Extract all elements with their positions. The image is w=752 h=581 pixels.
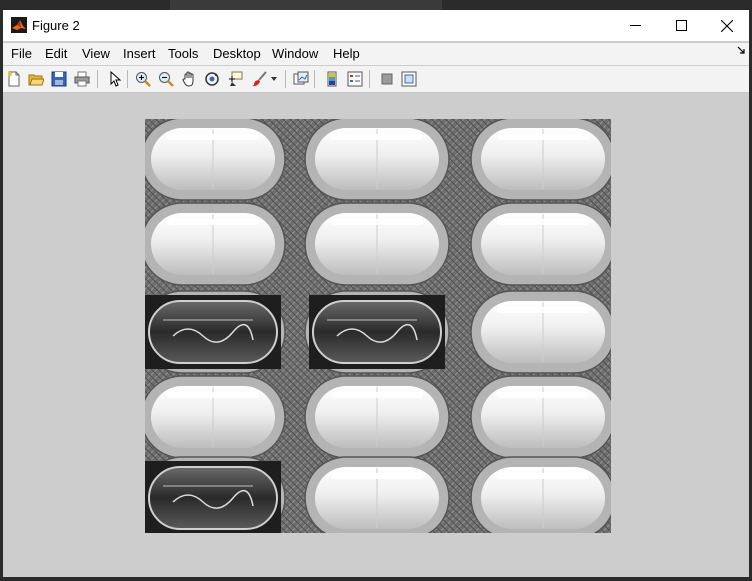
maximize-button[interactable] bbox=[658, 10, 704, 41]
link-plot-button[interactable] bbox=[292, 70, 310, 88]
menu-insert[interactable]: Insert bbox=[123, 46, 156, 61]
data-cursor-icon bbox=[229, 71, 243, 86]
pill-pocket bbox=[304, 375, 450, 459]
blister-pack-image bbox=[145, 119, 611, 533]
show-plot-tools-icon bbox=[401, 71, 417, 87]
minimize-icon bbox=[629, 25, 641, 26]
new-figure-icon bbox=[8, 71, 20, 87]
zoom-out-icon bbox=[159, 72, 174, 87]
menu-tools[interactable]: Tools bbox=[168, 46, 198, 61]
empty-pocket bbox=[304, 290, 450, 374]
brush-dropdown-button[interactable] bbox=[269, 70, 279, 88]
open-file-icon bbox=[28, 74, 44, 86]
legend-icon bbox=[347, 71, 363, 87]
pill-pocket bbox=[304, 456, 450, 533]
pill-pocket bbox=[145, 119, 286, 201]
brush-dropdown-icon bbox=[271, 77, 277, 81]
print-icon bbox=[74, 71, 90, 87]
menu-help[interactable]: Help bbox=[333, 46, 360, 61]
maximize-icon bbox=[675, 20, 687, 31]
pan-hand-icon bbox=[182, 71, 194, 87]
toolbar-separator bbox=[314, 70, 315, 88]
brush-icon bbox=[252, 71, 267, 87]
colorbar-button[interactable] bbox=[323, 70, 341, 88]
pill-pocket bbox=[470, 375, 611, 459]
minimize-button[interactable] bbox=[612, 10, 658, 41]
close-icon bbox=[721, 19, 733, 32]
menu-desktop[interactable]: Desktop bbox=[213, 46, 261, 61]
data-cursor-button[interactable] bbox=[226, 70, 244, 88]
menu-edit[interactable]: Edit bbox=[45, 46, 67, 61]
figure-window: Figure 2 File Edit View Insert Tools Des… bbox=[3, 10, 749, 577]
pill-pocket bbox=[145, 202, 286, 286]
zoom-in-icon bbox=[136, 72, 151, 87]
pill-pocket bbox=[470, 290, 611, 374]
pill-pocket bbox=[304, 119, 450, 201]
image-axes[interactable] bbox=[145, 119, 611, 533]
brush-button[interactable] bbox=[250, 70, 268, 88]
colorbar-icon bbox=[327, 71, 337, 87]
close-button[interactable] bbox=[704, 10, 749, 41]
rotate-3d-button[interactable] bbox=[203, 70, 221, 88]
empty-pocket bbox=[145, 290, 286, 374]
hide-plot-tools-icon bbox=[381, 73, 393, 85]
pill-pocket bbox=[145, 375, 286, 459]
pan-button[interactable] bbox=[180, 70, 198, 88]
background-window-sliver bbox=[170, 0, 442, 10]
toolbar-separator bbox=[369, 70, 370, 88]
menu-view[interactable]: View bbox=[82, 46, 110, 61]
new-figure-button[interactable] bbox=[5, 70, 23, 88]
save-icon bbox=[51, 71, 67, 87]
toolbar-separator bbox=[97, 70, 98, 88]
print-button[interactable] bbox=[73, 70, 91, 88]
figure-toolbar bbox=[3, 66, 749, 93]
window-title: Figure 2 bbox=[32, 18, 80, 33]
zoom-in-button[interactable] bbox=[134, 70, 152, 88]
pill-pocket bbox=[470, 119, 611, 201]
link-plot-icon bbox=[293, 71, 309, 85]
pill-pocket bbox=[304, 202, 450, 286]
pill-pocket bbox=[470, 456, 611, 533]
rotate-3d-icon bbox=[205, 72, 219, 86]
select-button[interactable] bbox=[106, 70, 124, 88]
select-arrow-icon bbox=[110, 71, 122, 87]
menu-window[interactable]: Window bbox=[272, 46, 318, 61]
legend-button[interactable] bbox=[346, 70, 364, 88]
show-plot-tools-button[interactable] bbox=[400, 70, 418, 88]
empty-pocket bbox=[145, 456, 286, 533]
open-file-button[interactable] bbox=[27, 70, 45, 88]
toolbar-separator bbox=[285, 70, 286, 88]
dock-arrow-icon[interactable] bbox=[737, 46, 746, 55]
save-button[interactable] bbox=[50, 70, 68, 88]
zoom-out-button[interactable] bbox=[157, 70, 175, 88]
pill-pocket bbox=[470, 202, 611, 286]
hide-plot-tools-button[interactable] bbox=[378, 70, 396, 88]
matlab-logo-icon bbox=[11, 17, 27, 33]
title-bar: Figure 2 bbox=[3, 10, 749, 41]
menu-bar: File Edit View Insert Tools Desktop Wind… bbox=[3, 43, 749, 65]
menu-file[interactable]: File bbox=[11, 46, 32, 61]
toolbar-separator bbox=[127, 70, 128, 88]
